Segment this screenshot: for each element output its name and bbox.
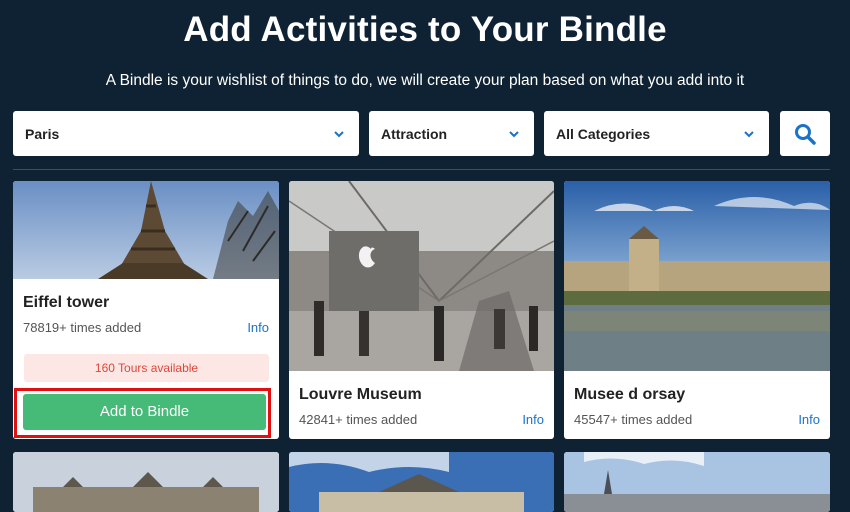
chevron-down-icon xyxy=(744,130,754,137)
type-select-value: Attraction xyxy=(381,125,448,142)
activity-card-eiffel[interactable]: Eiffel tower 78819+ times added Info 160… xyxy=(13,181,279,439)
chevron-down-icon xyxy=(334,130,344,137)
activity-image xyxy=(289,452,554,512)
times-added: 78819+ times added xyxy=(23,320,142,335)
city-select-value: Paris xyxy=(25,125,60,142)
times-added: 45547+ times added xyxy=(574,412,693,427)
page-subtitle: A Bindle is your wishlist of things to d… xyxy=(105,72,745,89)
info-link[interactable]: Info xyxy=(522,412,544,427)
musee-d-orsay-image xyxy=(564,181,830,371)
chevron-down-icon xyxy=(509,130,519,137)
eiffel-tower-image xyxy=(13,181,279,279)
activity-name: Eiffel tower xyxy=(23,294,110,311)
activity-image xyxy=(564,452,830,512)
activity-image xyxy=(13,452,279,512)
category-select-value: All Categories xyxy=(556,125,651,142)
activity-name: Musee d orsay xyxy=(574,386,686,403)
activity-card-row2-3[interactable] xyxy=(564,452,830,512)
louvre-museum-image xyxy=(289,181,554,371)
page-title: Add Activities to Your Bindle xyxy=(183,10,667,49)
city-select[interactable]: Paris xyxy=(13,111,359,156)
info-link[interactable]: Info xyxy=(247,320,269,335)
add-to-bindle-button[interactable]: Add to Bindle xyxy=(23,394,266,430)
times-added: 42841+ times added xyxy=(299,412,418,427)
info-link[interactable]: Info xyxy=(798,412,820,427)
divider xyxy=(13,169,830,170)
search-icon xyxy=(795,123,816,145)
category-select[interactable]: All Categories xyxy=(544,111,769,156)
type-select[interactable]: Attraction xyxy=(369,111,534,156)
activity-card-row2-2[interactable] xyxy=(289,452,554,512)
tours-available-badge: 160 Tours available xyxy=(24,354,269,382)
activity-card-row2-1[interactable] xyxy=(13,452,279,512)
search-button[interactable] xyxy=(780,111,830,156)
activity-name: Louvre Museum xyxy=(299,386,422,403)
activity-card-orsay[interactable]: Musee d orsay 45547+ times added Info xyxy=(564,181,830,439)
activity-card-louvre[interactable]: Louvre Museum 42841+ times added Info xyxy=(289,181,554,439)
